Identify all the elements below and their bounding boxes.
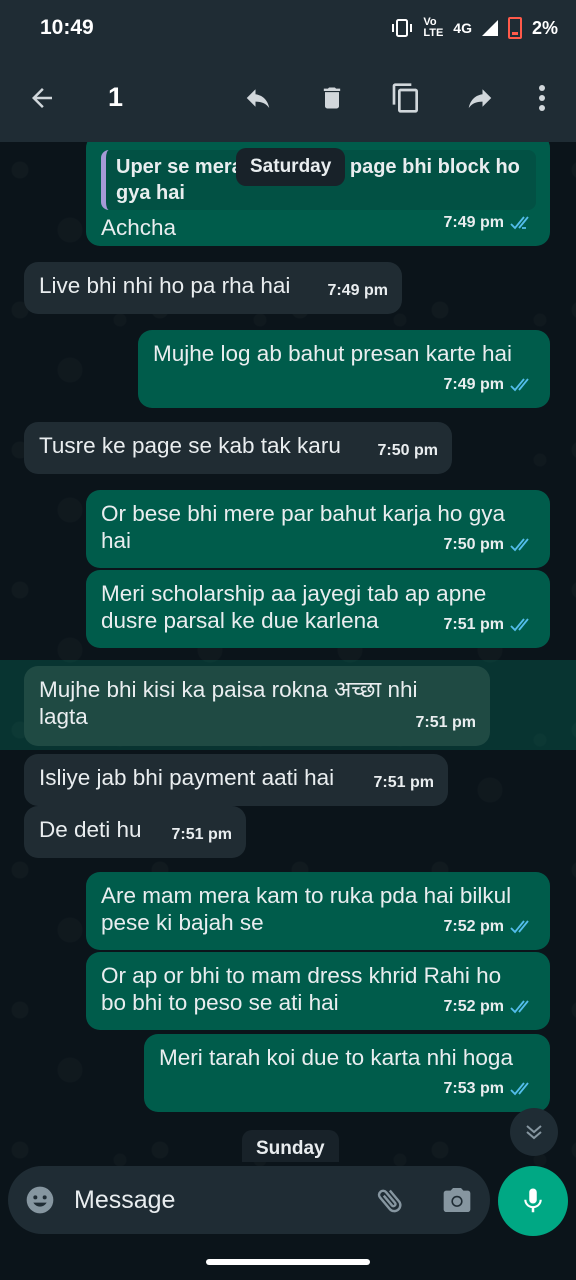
message-bubble-incoming-selected[interactable]: Mujhe bhi kisi ka paisa rokna अच्छा nhi … [24, 666, 490, 746]
message-bubble-outgoing[interactable]: Or bese bhi mere par bahut karja ho gya … [86, 490, 550, 568]
signal-icon [481, 20, 498, 36]
read-ticks-icon [510, 215, 529, 229]
quoted-text-right: page bhi block ho [349, 156, 520, 178]
message-time: 7:51 pm [373, 774, 434, 791]
message-meta: 7:50 pm [444, 531, 536, 558]
message-meta: 7:52 pm [444, 913, 536, 940]
read-ticks-icon [510, 1081, 529, 1095]
scroll-down-icon [526, 1125, 542, 1140]
message-time: 7:50 pm [377, 442, 438, 459]
reply-icon[interactable] [238, 78, 278, 118]
read-ticks-icon [510, 919, 529, 933]
gesture-nav-bar[interactable] [206, 1259, 370, 1265]
quoted-text-left: Uper se mera [116, 156, 243, 178]
selected-count: 1 [108, 82, 124, 112]
message-bubble-outgoing[interactable]: Are mam mera kam to ruka pda hai bilkul … [86, 872, 550, 950]
message-text: Mujhe bhi kisi ka paisa rokna अच्छा nhi … [39, 677, 418, 729]
message-time: 7:49 pm [327, 282, 388, 299]
volte-indicator: Vo LTE [423, 16, 444, 39]
status-icons: Vo LTE 4G 2% [391, 17, 558, 39]
message-text: Mujhe log ab bahut presan karte hai [153, 341, 512, 366]
message-meta: 7:51 pm [416, 709, 476, 736]
message-bubble-incoming[interactable]: Tusre ke page se kab tak karu 7:50 pm [24, 422, 452, 474]
status-time: 10:49 [40, 16, 94, 39]
message-time: 7:49 pm [443, 214, 504, 231]
message-bubble-outgoing[interactable]: Meri scholarship aa jayegi tab ap apne d… [86, 570, 550, 648]
read-ticks-icon [510, 617, 529, 631]
vibrate-icon [392, 19, 413, 37]
message-time: 7:52 pm [443, 918, 504, 935]
message-meta: 7:49 pm [328, 277, 388, 304]
message-time: 7:51 pm [415, 714, 476, 731]
emoji-icon[interactable] [24, 1184, 56, 1221]
message-time: 7:51 pm [443, 616, 504, 633]
message-meta: 7:52 pm [444, 993, 536, 1020]
message-time: 7:53 pm [443, 1080, 504, 1097]
message-meta: 7:49 pm [444, 371, 536, 398]
copy-icon[interactable] [386, 78, 426, 118]
read-ticks-icon [510, 537, 529, 551]
read-ticks-icon [510, 377, 529, 391]
message-meta: 7:50 pm [378, 437, 438, 464]
message-bubble-incoming[interactable]: Isliye jab bhi payment aati hai 7:51 pm [24, 754, 448, 806]
message-time: 7:51 pm [171, 826, 232, 843]
delete-icon[interactable] [312, 78, 352, 118]
battery-percent: 2% [531, 17, 558, 38]
message-text: Meri tarah koi due to karta nhi hoga [159, 1045, 513, 1070]
message-composer: Message [8, 1166, 490, 1234]
message-bubble-outgoing[interactable]: Meri tarah koi due to karta nhi hoga 7:5… [144, 1034, 550, 1112]
date-chip-saturday: Saturday [236, 148, 346, 186]
more-vert-icon[interactable] [522, 78, 562, 118]
mic-icon [524, 1188, 542, 1213]
scroll-down-button[interactable] [510, 1108, 558, 1156]
mic-button[interactable] [498, 1166, 568, 1236]
message-time: 7:52 pm [443, 998, 504, 1015]
forward-icon[interactable] [460, 78, 500, 118]
message-time: 7:49 pm [443, 376, 504, 393]
quoted-text-line2: gya hai [116, 182, 185, 204]
camera-icon[interactable] [440, 1184, 474, 1221]
read-ticks-icon [510, 999, 529, 1013]
message-bubble-outgoing[interactable]: Or ap or bhi to mam dress khrid Rahi ho … [86, 952, 550, 1030]
selection-toolbar: 1 [0, 56, 576, 142]
date-chip-sunday: Sunday [242, 1130, 339, 1162]
attach-icon[interactable] [374, 1184, 406, 1221]
message-bubble-incoming[interactable]: Live bhi nhi ho pa rha hai 7:49 pm [24, 262, 402, 314]
message-time: 7:50 pm [443, 536, 504, 553]
message-meta: 7:51 pm [172, 821, 232, 848]
battery-icon [507, 17, 522, 39]
status-bar: 10:49 Vo LTE 4G 2% [0, 0, 576, 56]
message-bubble-outgoing[interactable]: Mujhe log ab bahut presan karte hai 7:49… [138, 330, 550, 408]
message-bubble-incoming[interactable]: De deti hu 7:51 pm [24, 806, 246, 858]
back-arrow-icon[interactable] [22, 78, 62, 118]
message-input[interactable]: Message [74, 1186, 175, 1215]
network-type: 4G [453, 20, 472, 36]
message-meta: 7:49 pm [444, 209, 536, 236]
message-meta: 7:51 pm [444, 611, 536, 638]
message-list: Uper se mera page bhi block ho gya hai A… [0, 142, 576, 1162]
message-meta: 7:51 pm [374, 769, 434, 796]
message-meta: 7:53 pm [444, 1075, 536, 1102]
